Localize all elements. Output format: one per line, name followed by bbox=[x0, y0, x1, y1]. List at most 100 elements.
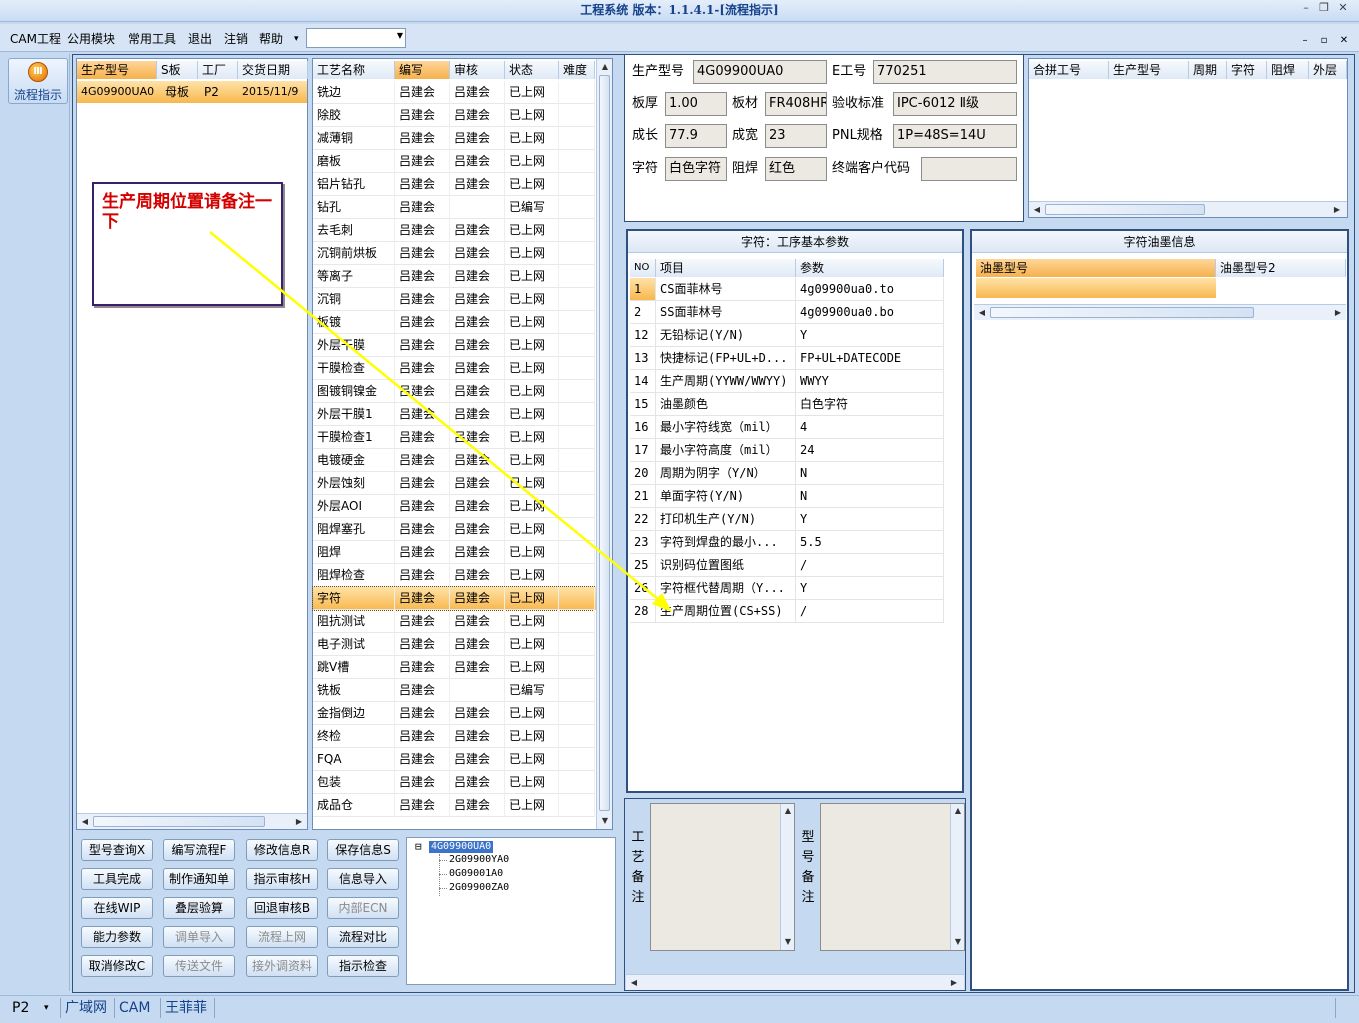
remark-vscroll[interactable]: ▲ ▼ bbox=[950, 804, 964, 950]
table-row[interactable]: 板镀 吕建会 吕建会 已上网 bbox=[313, 311, 596, 334]
write-flow-button[interactable]: 编写流程F bbox=[163, 839, 235, 861]
tree-node[interactable]: 2G09900ZA0 bbox=[449, 882, 509, 894]
tool-complete-button[interactable]: 工具完成 bbox=[81, 868, 153, 890]
col-difficulty[interactable]: 难度 bbox=[559, 61, 595, 79]
scroll-up-icon[interactable]: ▲ bbox=[782, 805, 794, 817]
table-row[interactable]: 等离子 吕建会 吕建会 已上网 bbox=[313, 265, 596, 288]
scroll-down-icon[interactable]: ▼ bbox=[599, 815, 611, 827]
col-merge-mask[interactable]: 阻焊 bbox=[1267, 61, 1309, 79]
param-row[interactable]: 16 最小字符线宽（mil） 4 bbox=[628, 416, 946, 439]
save-info-button[interactable]: 保存信息S bbox=[327, 839, 399, 861]
col-factory[interactable]: 工厂 bbox=[198, 61, 238, 79]
param-row[interactable]: 26 字符框代替周期（Y... Y bbox=[628, 577, 946, 600]
col-merge-char[interactable]: 字符 bbox=[1227, 61, 1267, 79]
remark-vscroll[interactable]: ▲ ▼ bbox=[780, 804, 794, 950]
menu-logout[interactable]: 注销 bbox=[224, 30, 248, 48]
online-wip-button[interactable]: 在线WIP bbox=[81, 897, 153, 919]
menu-tools[interactable]: 常用工具 bbox=[128, 30, 176, 48]
scroll-down-icon[interactable]: ▼ bbox=[952, 936, 964, 948]
flow-compare-button[interactable]: 流程对比 bbox=[327, 926, 399, 948]
scroll-left-icon[interactable]: ◀ bbox=[79, 816, 91, 828]
table-row[interactable]: 电子测试 吕建会 吕建会 已上网 bbox=[313, 633, 596, 656]
instruction-check-button[interactable]: 指示检查 bbox=[327, 955, 399, 977]
param-row[interactable]: 28 生产周期位置(CS+SS) / bbox=[628, 600, 946, 623]
col-ink-model[interactable]: 油墨型号 bbox=[976, 259, 1216, 277]
table-row[interactable]: 终检 吕建会 吕建会 已上网 bbox=[313, 725, 596, 748]
remarks-hscroll[interactable]: ◀ ▶ bbox=[626, 974, 964, 990]
col-writer[interactable]: 编写 bbox=[395, 61, 450, 79]
stackup-check-button[interactable]: 叠层验算 bbox=[163, 897, 235, 919]
table-row[interactable]: 沉铜前烘板 吕建会 吕建会 已上网 bbox=[313, 242, 596, 265]
rollback-review-button[interactable]: 回退审核B bbox=[246, 897, 318, 919]
col-delivery[interactable]: 交货日期 bbox=[238, 61, 308, 79]
table-row[interactable]: 图镀铜镍金 吕建会 吕建会 已上网 bbox=[313, 380, 596, 403]
send-file-button[interactable]: 传送文件 bbox=[163, 955, 235, 977]
customer-field[interactable] bbox=[921, 157, 1017, 181]
param-row[interactable]: 12 无铅标记(Y/N) Y bbox=[628, 324, 946, 347]
scroll-right-icon[interactable]: ▶ bbox=[1332, 307, 1344, 319]
menu-exit[interactable]: 退出 bbox=[188, 30, 212, 48]
param-row[interactable]: 23 字符到焊盘的最小... 5.5 bbox=[628, 531, 946, 554]
merge-hscroll[interactable]: ◀ ▶ bbox=[1029, 201, 1347, 217]
table-row[interactable]: FQA 吕建会 吕建会 已上网 bbox=[313, 748, 596, 771]
process-remark-field[interactable]: ▲ ▼ bbox=[650, 803, 795, 951]
col-status[interactable]: 状态 bbox=[505, 61, 559, 79]
col-param[interactable]: 参数 bbox=[796, 259, 944, 277]
material-field[interactable]: FR408HR bbox=[765, 92, 827, 116]
scroll-left-icon[interactable]: ◀ bbox=[628, 977, 640, 989]
capability-params-button[interactable]: 能力参数 bbox=[81, 926, 153, 948]
modify-info-button[interactable]: 修改信息R bbox=[246, 839, 318, 861]
table-row[interactable]: 减薄铜 吕建会 吕建会 已上网 bbox=[313, 127, 596, 150]
receive-external-button[interactable]: 接外调资料 bbox=[246, 955, 318, 977]
table-row[interactable]: 沉铜 吕建会 吕建会 已上网 bbox=[313, 288, 596, 311]
scroll-up-icon[interactable]: ▲ bbox=[952, 805, 964, 817]
status-factory[interactable]: P2 bbox=[8, 998, 33, 1018]
table-row[interactable]: 除胶 吕建会 吕建会 已上网 bbox=[313, 104, 596, 127]
table-row[interactable]: 磨板 吕建会 吕建会 已上网 bbox=[313, 150, 596, 173]
scroll-thumb[interactable] bbox=[93, 816, 265, 827]
pnl-field[interactable]: 1P=48S=14U bbox=[893, 124, 1017, 148]
mdi-close-button[interactable]: ✕ bbox=[1337, 34, 1351, 48]
scroll-thumb[interactable] bbox=[990, 307, 1254, 318]
ink-row[interactable] bbox=[976, 278, 1216, 298]
scroll-right-icon[interactable]: ▶ bbox=[293, 816, 305, 828]
table-row[interactable]: 铣边 吕建会 吕建会 已上网 bbox=[313, 81, 596, 104]
param-row[interactable]: 1 CS面菲林号 4g09900ua0.to bbox=[628, 278, 946, 301]
param-row[interactable]: 21 单面字符(Y/N) N bbox=[628, 485, 946, 508]
table-row[interactable]: 阻焊 吕建会 吕建会 已上网 bbox=[313, 541, 596, 564]
internal-ecn-button[interactable]: 内部ECN bbox=[327, 897, 399, 919]
table-row[interactable]: 阻焊检查 吕建会 吕建会 已上网 bbox=[313, 564, 596, 587]
table-row[interactable]: 钻孔 吕建会 已编写 bbox=[313, 196, 596, 219]
param-row[interactable]: 13 快捷标记(FP+UL+D... FP+UL+DATECODE bbox=[628, 347, 946, 370]
table-row[interactable]: 金指倒边 吕建会 吕建会 已上网 bbox=[313, 702, 596, 725]
table-row[interactable]: 干膜检查1 吕建会 吕建会 已上网 bbox=[313, 426, 596, 449]
scroll-down-icon[interactable]: ▼ bbox=[782, 936, 794, 948]
menu-combo[interactable]: ▼ bbox=[306, 28, 406, 48]
table-row[interactable]: 成品仓 吕建会 吕建会 已上网 bbox=[313, 794, 596, 817]
menu-common-module[interactable]: 公用模块 bbox=[67, 30, 115, 48]
model-field[interactable]: 4G09900UA0 bbox=[693, 60, 827, 84]
flow-online-button[interactable]: 流程上网 bbox=[246, 926, 318, 948]
param-row[interactable]: 14 生产周期(YYWW/WWYY) WWYY bbox=[628, 370, 946, 393]
table-row[interactable]: 跳V槽 吕建会 吕建会 已上网 bbox=[313, 656, 596, 679]
table-row[interactable]: 去毛刺 吕建会 吕建会 已上网 bbox=[313, 219, 596, 242]
table-row[interactable]: 铣板 吕建会 已编写 bbox=[313, 679, 596, 702]
param-row[interactable]: 15 油墨颜色 白色字符 bbox=[628, 393, 946, 416]
width-field[interactable]: 23 bbox=[765, 124, 827, 148]
table-row[interactable]: 阻焊塞孔 吕建会 吕建会 已上网 bbox=[313, 518, 596, 541]
help-dropdown-icon[interactable]: ▾ bbox=[294, 30, 299, 48]
close-button[interactable]: ✕ bbox=[1334, 1, 1352, 17]
cancel-modify-button[interactable]: 取消修改C bbox=[81, 955, 153, 977]
scroll-left-icon[interactable]: ◀ bbox=[1031, 204, 1043, 216]
col-item[interactable]: 项目 bbox=[656, 259, 796, 277]
table-row[interactable]: 字符 吕建会 吕建会 已上网 bbox=[312, 586, 597, 611]
col-ink-model2[interactable]: 油墨型号2 bbox=[1216, 259, 1346, 277]
col-merge-period[interactable]: 周期 bbox=[1189, 61, 1227, 79]
param-row[interactable]: 20 周期为阴字（Y/N） N bbox=[628, 462, 946, 485]
menu-help[interactable]: 帮助 bbox=[259, 30, 283, 48]
param-row[interactable]: 17 最小字符高度（mil） 24 bbox=[628, 439, 946, 462]
e-no-field[interactable]: 770251 bbox=[873, 60, 1017, 84]
table-row[interactable]: 外层干膜1 吕建会 吕建会 已上网 bbox=[313, 403, 596, 426]
maximize-button[interactable]: ❐ bbox=[1315, 1, 1333, 17]
col-model[interactable]: 生产型号 bbox=[77, 61, 157, 79]
